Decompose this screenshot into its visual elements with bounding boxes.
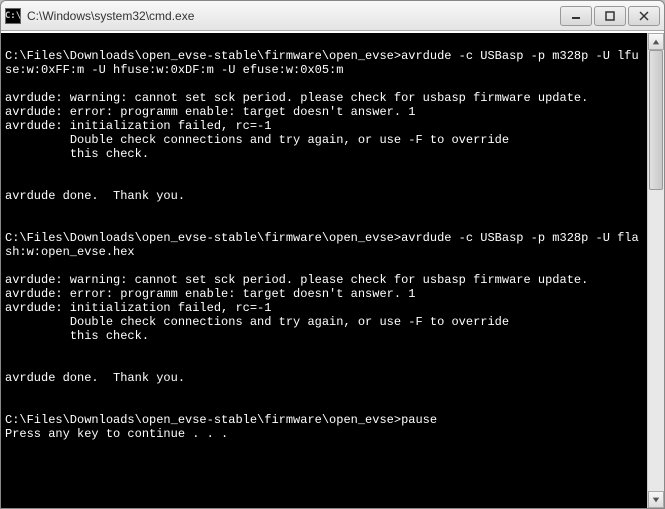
scroll-track[interactable]	[648, 50, 664, 491]
window-controls	[558, 6, 660, 26]
close-button[interactable]	[628, 6, 660, 26]
cmd-window: C:\ C:\Windows\system32\cmd.exe C:\Files…	[0, 0, 665, 509]
minimize-button[interactable]	[560, 6, 592, 26]
terminal-area: C:\Files\Downloads\open_evse-stable\firm…	[1, 31, 664, 508]
chevron-up-icon	[652, 38, 660, 46]
chevron-down-icon	[652, 496, 660, 504]
scroll-down-button[interactable]	[648, 491, 664, 508]
minimize-icon	[571, 11, 581, 21]
terminal-output[interactable]: C:\Files\Downloads\open_evse-stable\firm…	[1, 33, 647, 508]
titlebar[interactable]: C:\ C:\Windows\system32\cmd.exe	[1, 1, 664, 31]
window-title: C:\Windows\system32\cmd.exe	[27, 9, 558, 23]
maximize-button[interactable]	[594, 6, 626, 26]
vertical-scrollbar[interactable]	[647, 33, 664, 508]
scroll-up-button[interactable]	[648, 33, 664, 50]
app-icon: C:\	[5, 8, 21, 24]
close-icon	[639, 11, 649, 21]
scroll-thumb[interactable]	[649, 50, 663, 190]
maximize-icon	[605, 11, 615, 21]
